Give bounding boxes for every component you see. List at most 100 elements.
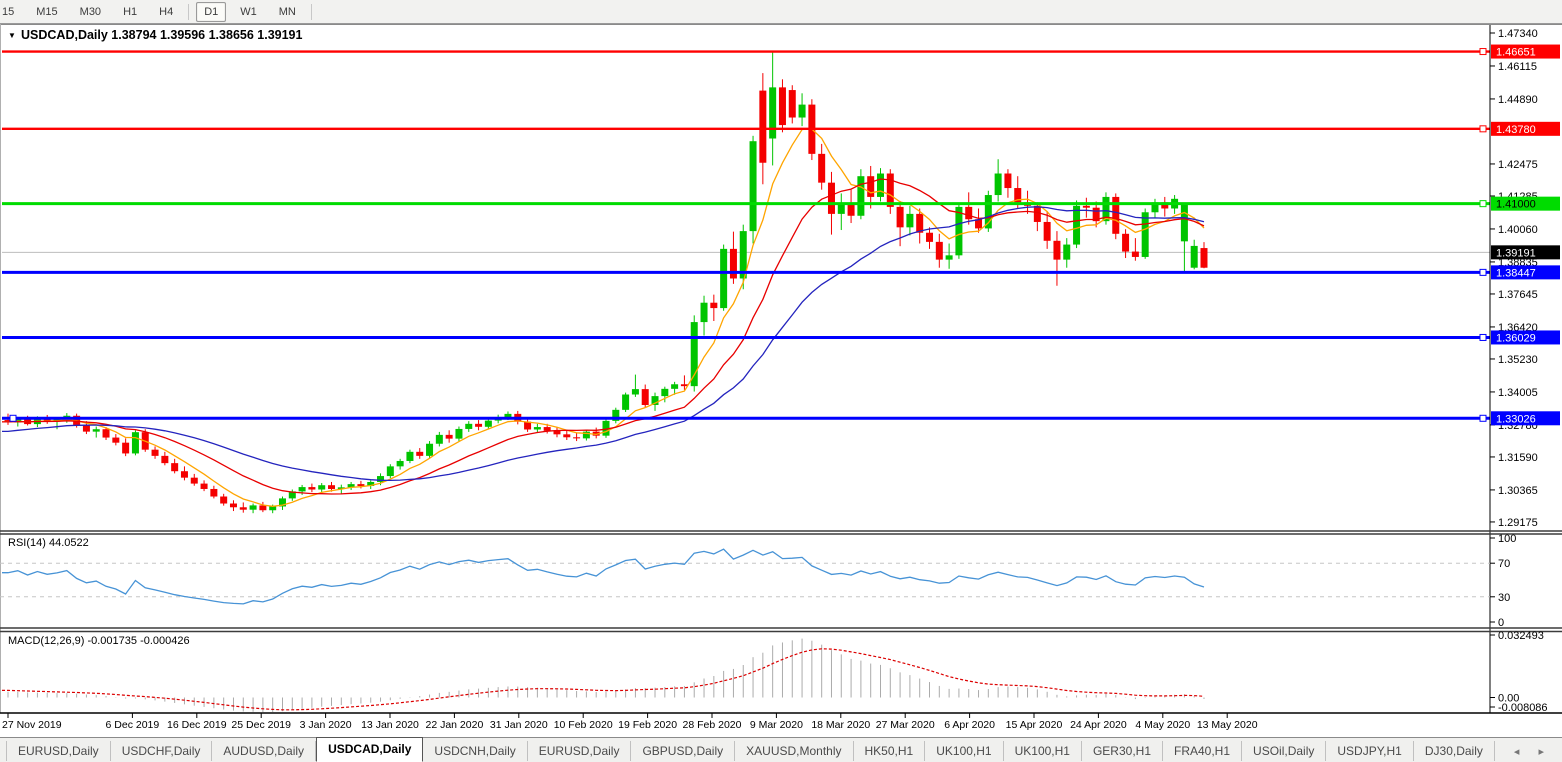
candle-body [504,414,511,417]
line-marker[interactable] [1480,49,1486,55]
date-label: 10 Feb 2020 [554,719,613,731]
candle-body [955,207,962,255]
candle-body [661,389,668,396]
timeframe-button-m15[interactable]: M15 [28,2,65,22]
symbol-tab-uk100-h1[interactable]: UK100,H1 [1004,741,1082,761]
symbol-tab-gbpusd-daily[interactable]: GBPUSD,Daily [631,741,735,761]
candlestick-chart-svg[interactable]: 1.473401.461151.448901.424751.412851.400… [0,24,1562,737]
timeframe-toolbar: 15 M15 M30 H1 H4 D1 W1 MN [0,0,1562,24]
symbol-tab-hk50-h1[interactable]: HK50,H1 [854,741,926,761]
candle-body [799,105,806,118]
candle-body [642,389,649,405]
candle-body [1034,206,1041,222]
candle-body [1053,241,1060,260]
candle-body [406,452,413,461]
hline-price-badge: 1.36029 [1496,332,1536,344]
timeframe-button-h4[interactable]: H4 [151,2,181,22]
candle-body [328,485,335,489]
candle-body [701,303,708,322]
symbol-tab-xauusd-monthly[interactable]: XAUUSD,Monthly [735,741,853,761]
candle-body [250,505,257,509]
candle-body [563,434,570,437]
candle-body [769,87,776,138]
candle-body [357,484,364,486]
candle-body [455,429,462,439]
candle-body [112,438,119,443]
symbol-tab-fra40-h1[interactable]: FRA40,H1 [1163,741,1242,761]
candle-body [93,429,100,431]
symbol-tab-audusd-daily[interactable]: AUDUSD,Daily [212,741,316,761]
candle-body [210,489,217,497]
price-tick-label: 1.40060 [1498,224,1538,236]
macd-label: MACD(12,26,9) -0.001735 -0.000426 [8,635,190,647]
symbol-tab-uk100-h1[interactable]: UK100,H1 [925,741,1003,761]
candle-body [1044,222,1051,241]
candle-body [201,484,208,489]
price-tick-label: 1.29175 [1498,517,1538,529]
candle-body [1132,252,1139,257]
timeframe-button-m30[interactable]: M30 [72,2,109,22]
symbol-tab-usdjpy-h1[interactable]: USDJPY,H1 [1326,741,1413,761]
timeframe-button-w1[interactable]: W1 [232,2,265,22]
symbol-tab-usdcnh-daily[interactable]: USDCNH,Daily [423,741,527,761]
timeframe-button-d1[interactable]: D1 [196,2,226,22]
date-label: 3 Jan 2020 [300,719,352,731]
candle-body [485,421,492,427]
symbol-tab-eurusd-daily[interactable]: EURUSD,Daily [6,741,111,761]
candle-body [397,461,404,466]
candle-body [1142,212,1149,257]
symbol-tab-usdcad-daily[interactable]: USDCAD,Daily [316,737,423,762]
macd-tick-label: 0.032493 [1498,630,1544,642]
candle-body [181,471,188,477]
collapse-chart-icon[interactable]: ▼ [8,31,16,40]
rsi-line [2,549,1204,604]
line-marker[interactable] [1480,201,1486,207]
price-tick-label: 1.44890 [1498,94,1538,106]
candle-body [1063,245,1070,260]
date-label: 25 Dec 2019 [231,719,291,731]
timeframe-button-h1[interactable]: H1 [115,2,145,22]
candle-body [691,322,698,386]
candle-body [1191,246,1198,268]
rsi-tick-label: 100 [1498,533,1516,545]
symbol-tab-usdchf-daily[interactable]: USDCHF,Daily [111,741,213,761]
timeframe-button-mn[interactable]: MN [271,2,304,22]
candle-body [1004,174,1011,189]
candle-body [308,487,315,489]
chart-title-ohlc: USDCAD,Daily 1.38794 1.39596 1.38656 1.3… [21,28,302,42]
candle-body [730,249,737,279]
candle-body [887,174,894,207]
line-marker[interactable] [1480,415,1486,421]
candle-body [759,91,766,163]
date-label: 28 Feb 2020 [683,719,742,731]
timeframe-button-15[interactable]: 15 [0,2,22,22]
candle-body [965,207,972,219]
symbol-tab-eurusd-daily[interactable]: EURUSD,Daily [528,741,632,761]
chart-area[interactable]: 1.473401.461151.448901.424751.412851.400… [0,24,1562,737]
candle-body [936,242,943,260]
hline-price-badge: 1.33026 [1496,413,1536,425]
candle-body [946,255,953,259]
candle-body [789,90,796,117]
rsi-tick-label: 70 [1498,558,1510,570]
symbol-tab-ger30-h1[interactable]: GER30,H1 [1082,741,1163,761]
line-marker[interactable] [1480,269,1486,275]
candle-body [750,141,757,231]
line-marker[interactable] [10,415,16,421]
trading-terminal-window: { "toolbar": { "timeframes": [ {"label":… [0,0,1562,762]
macd-tick-label: -0.008086 [1498,702,1548,714]
candle-body [446,435,453,439]
hline-price-badge: 1.43780 [1496,124,1536,136]
line-marker[interactable] [1480,126,1486,132]
hline-price-badge: 1.41000 [1496,199,1536,211]
symbol-tab-usoil-daily[interactable]: USOil,Daily [1242,741,1326,761]
macd-signal-line [2,649,1204,710]
tab-scroll-arrows[interactable]: ◂ ▸ [1514,745,1552,758]
candle-body [426,444,433,456]
price-tick-label: 1.35230 [1498,354,1538,366]
line-marker[interactable] [1480,334,1486,340]
symbol-tab-dj30-daily[interactable]: DJ30,Daily [1414,741,1495,761]
candle-body [416,452,423,456]
candle-body [1073,206,1080,245]
candle-body [259,505,266,510]
